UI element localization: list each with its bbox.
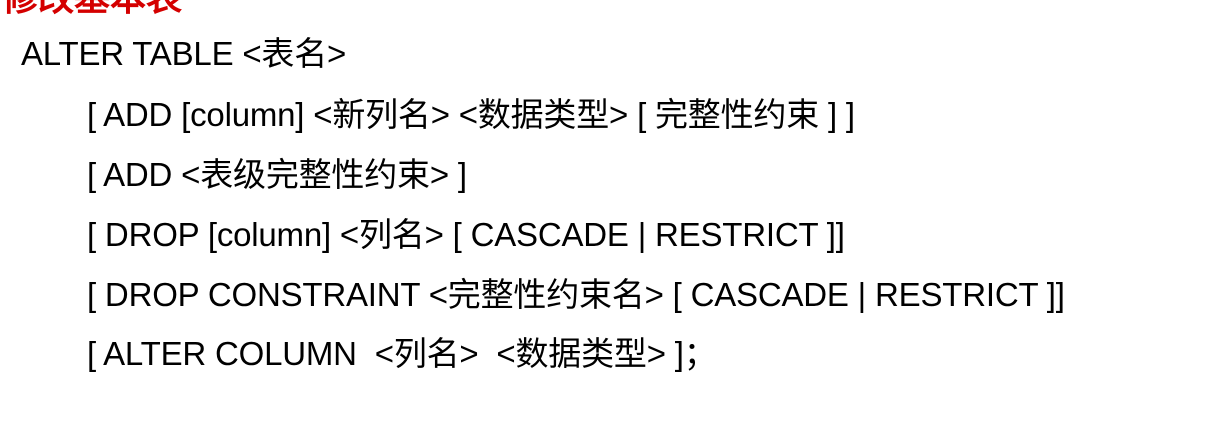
syntax-line-drop-column: [ DROP [column] <列名> [ CASCADE | RESTRIC… <box>87 216 845 253</box>
syntax-line-alter-table: ALTER TABLE <表名> <box>21 35 347 72</box>
section-heading: 修改基本表 <box>2 0 182 18</box>
syntax-line-alter-column: [ ALTER COLUMN <列名> <数据类型> ]； <box>87 335 717 372</box>
syntax-line-drop-constraint: [ DROP CONSTRAINT <完整性约束名> [ CASCADE | R… <box>87 276 1065 313</box>
syntax-line-add-column: [ ADD [column] <新列名> <数据类型> [ 完整性约束 ] ] <box>87 96 855 133</box>
syntax-line-add-constraint: [ ADD <表级完整性约束> ] <box>87 156 467 193</box>
